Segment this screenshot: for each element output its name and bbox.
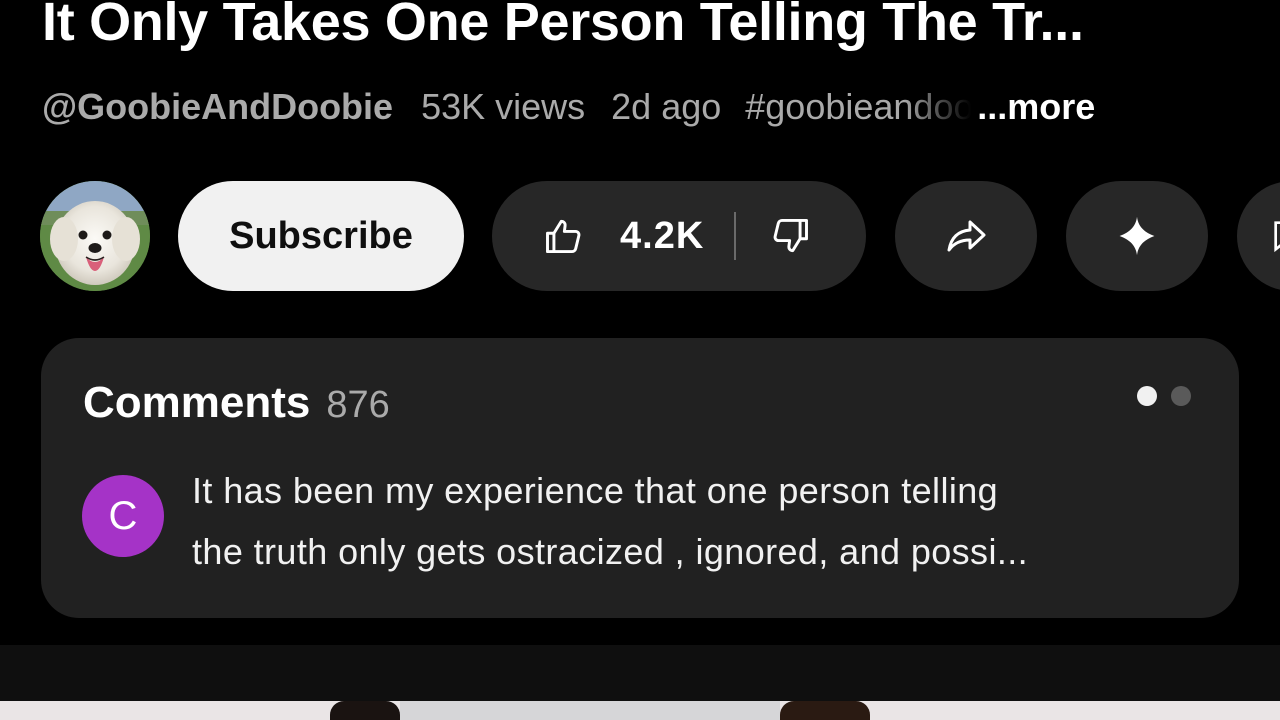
sparkle-icon [1115, 214, 1159, 258]
comments-header: Comments 876 [83, 378, 390, 428]
comment-line: the truth only gets ostracized , ignored… [192, 531, 1029, 572]
comments-title: Comments [83, 378, 311, 427]
section-separator [0, 645, 1280, 701]
comments-pager [1137, 386, 1191, 406]
commenter-avatar[interactable]: C [82, 475, 164, 557]
upload-age: 2d ago [611, 86, 722, 127]
more-button[interactable]: ...more [977, 86, 1095, 128]
share-arrow-icon [942, 212, 990, 260]
top-comment-text: It has been my experience that one perso… [192, 460, 1192, 582]
preview-figure-left [330, 701, 400, 720]
comments-card[interactable]: Comments 876 C It has been my experience… [41, 338, 1239, 618]
comment-button[interactable] [1237, 181, 1280, 291]
channel-handle[interactable]: @GoobieAndDoobie [42, 86, 393, 128]
share-button[interactable] [895, 181, 1037, 291]
video-metadata-row[interactable]: @GoobieAndDoobie 53K views 2d ago #goobi… [42, 84, 1232, 130]
dislike-button[interactable] [736, 181, 812, 291]
pager-dot-active [1137, 386, 1157, 406]
comments-count: 876 [326, 384, 390, 426]
video-title[interactable]: It Only Takes One Person Telling The Tr.… [42, 0, 1242, 58]
hashtag-link[interactable]: #goobieandoobie [745, 86, 971, 128]
next-video-preview [0, 701, 1280, 720]
view-count: 53K views [421, 86, 586, 127]
like-dislike-group: 4.2K [492, 181, 866, 291]
thumbs-up-icon [542, 214, 586, 258]
thumbs-down-icon [768, 214, 812, 258]
preview-figure-right [780, 701, 870, 720]
pager-dot [1171, 386, 1191, 406]
comment-bubble-icon [1269, 216, 1280, 256]
comment-line: It has been my experience that one perso… [192, 470, 999, 511]
like-button[interactable]: 4.2K [492, 181, 734, 291]
like-count: 4.2K [620, 214, 705, 257]
remix-button[interactable] [1066, 181, 1208, 291]
subscribe-button[interactable]: Subscribe [178, 181, 464, 291]
dog-avatar-image [40, 181, 150, 291]
shorts-info-panel: It Only Takes One Person Telling The Tr.… [0, 0, 1280, 720]
channel-avatar[interactable] [40, 181, 150, 291]
preview-figure-center [400, 701, 780, 720]
